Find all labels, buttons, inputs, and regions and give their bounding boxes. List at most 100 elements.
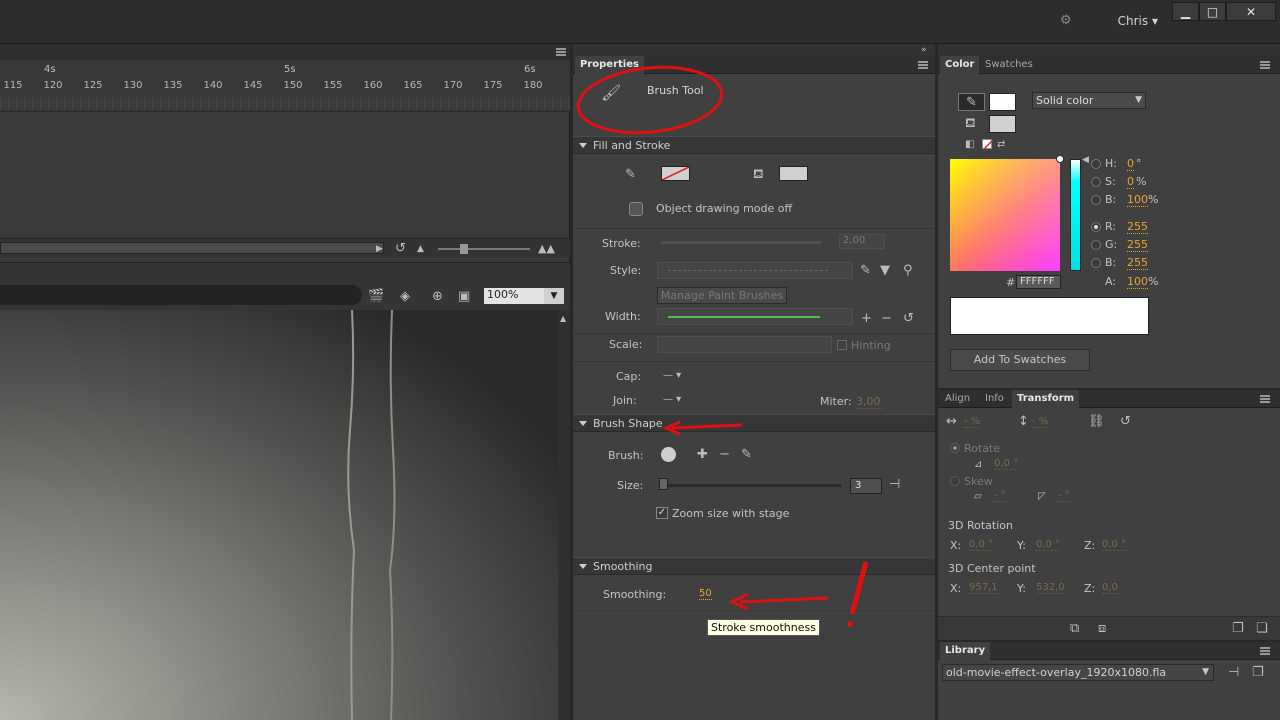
brightness-value[interactable]: 100 [1127,193,1148,207]
remove-brush-icon[interactable]: − [719,448,730,461]
panel-menu-icon[interactable] [918,61,928,69]
cap-select[interactable]: — ▾ [663,369,681,382]
default-colors-icon[interactable]: ◧ [965,138,974,151]
timeline-ruler[interactable]: 4s 5s 6s 115 120 125 130 135 140 145 150… [0,60,570,112]
copy-icon[interactable]: ❐ [1232,622,1244,635]
brightness-radio[interactable] [1091,195,1101,205]
stroke-value-field[interactable]: 2,00 [839,234,885,249]
tab-swatches[interactable]: Swatches [980,56,1038,74]
close-button[interactable]: ✕ [1226,2,1276,21]
section-smoothing[interactable]: Smoothing [573,557,935,575]
rotate-value[interactable]: 0,0 ° [994,458,1019,470]
size-slider-handle[interactable] [659,478,668,490]
paste-icon[interactable]: ❏ [1256,622,1268,635]
size-value-field[interactable]: 3 [850,478,882,494]
skew-horizontal-value[interactable]: - ° [994,490,1006,502]
color-picker-handle[interactable] [1056,155,1064,163]
swap-colors-icon[interactable]: ⇄ [997,138,1005,151]
hue-radio[interactable] [1091,159,1101,169]
smoothing-value[interactable]: 50 [699,588,712,600]
red-radio[interactable] [1091,222,1101,232]
alpha-value[interactable]: 100 [1127,275,1148,289]
stroke-color-toggle[interactable]: ✎ [958,93,985,111]
section-brush-shape[interactable]: Brush Shape [573,414,935,432]
fill-color-chip[interactable] [989,115,1016,133]
frame-cells[interactable] [0,97,570,109]
scale-select[interactable] [657,336,832,353]
sync-settings-icon[interactable]: ⚙ [1060,14,1072,27]
scroll-up-arrow-icon[interactable]: ▲ [560,312,566,325]
panel-menu-icon[interactable] [1260,61,1270,69]
saturation-value[interactable]: 0 [1127,175,1134,189]
section-fill-and-stroke[interactable]: Fill and Stroke [573,136,935,154]
join-select[interactable]: — ▾ [663,393,681,406]
duplicate-transform-icon[interactable]: ⧉ [1070,622,1079,635]
tab-info[interactable]: Info [980,390,1009,408]
hue-value[interactable]: 0 [1127,157,1134,171]
width-profile-select[interactable] [657,308,853,325]
add-to-swatches-button[interactable]: Add To Swatches [950,349,1090,371]
tab-transform[interactable]: Transform [1012,390,1080,408]
tab-color[interactable]: Color [940,56,980,74]
large-mountain-icon[interactable]: ▲▲ [538,242,555,255]
timeline-zoom-slider[interactable] [438,248,530,250]
library-file-select[interactable]: old-movie-effect-overlay_1920x1080.fla ▼ [942,664,1214,681]
constrain-link-icon[interactable]: ⛓ [1088,415,1105,428]
rotation-3d-x-value[interactable]: 0,0 ° [969,539,994,551]
no-color-icon[interactable] [982,139,993,150]
rotation-3d-z-value[interactable]: 0,0 ° [1102,539,1127,551]
style-select[interactable] [657,262,853,279]
zoom-size-checkbox[interactable]: ✓ [656,507,668,519]
tab-properties[interactable]: Properties [575,56,644,74]
small-mountain-icon[interactable]: ▲ [417,243,424,256]
panel-menu-icon[interactable] [556,48,566,56]
scroll-right-arrow-icon[interactable]: ▶ [376,243,383,256]
brush-library-icon[interactable]: ⚲ [903,264,913,277]
pin-library-icon[interactable]: ⊣ [1228,666,1239,679]
brush-shape-circle-icon[interactable] [661,447,676,462]
miter-value[interactable]: 3,00 [856,395,881,409]
reset-scale-icon[interactable]: ↺ [1120,415,1131,428]
green-radio[interactable] [1091,240,1101,250]
reset-width-icon[interactable]: ↺ [903,312,914,325]
clip-content-icon[interactable]: ▣ [458,290,470,303]
blue-value[interactable]: 255 [1127,256,1148,270]
color-spectrum[interactable] [950,155,1064,271]
tab-align[interactable]: Align [940,390,975,408]
hue-slider-arrow-icon[interactable]: ◀ [1082,154,1089,167]
green-value[interactable]: 255 [1127,238,1148,252]
center-x-value[interactable]: 957,1 [969,582,998,594]
skew-radio[interactable] [950,476,960,486]
hue-slider[interactable] [1070,159,1081,271]
timeline-hscrollbar[interactable] [0,242,384,254]
panel-menu-icon[interactable] [1260,395,1270,403]
size-slider[interactable] [661,484,841,487]
center-z-value[interactable]: 0,0 [1102,582,1118,594]
hex-value-field[interactable]: FFFFFF [1016,275,1061,289]
stroke-color-swatch[interactable] [661,166,690,181]
new-library-panel-icon[interactable]: ❐ [1252,666,1264,679]
maximize-button[interactable]: □ [1199,2,1226,21]
manage-paint-brushes-button[interactable]: Manage Paint Brushes [657,287,787,304]
stage-vscrollbar[interactable]: ▲ [558,310,570,720]
style-options-icon[interactable]: ▼ [880,264,890,277]
tab-library[interactable]: Library [940,642,991,660]
panel-menu-icon[interactable] [1260,647,1270,655]
slider-handle[interactable] [460,244,468,254]
center-y-value[interactable]: 532,0 [1036,582,1065,594]
stroke-color-chip[interactable] [989,93,1016,111]
rotate-radio[interactable] [950,443,960,453]
edit-brush-icon[interactable]: ✎ [741,448,752,461]
zoom-dropdown-arrow-icon[interactable]: ▼ [544,288,564,304]
fill-type-select[interactable]: Solid color ▼ [1032,92,1146,109]
height-scale-value[interactable]: - % [1032,416,1049,428]
center-stage-icon[interactable]: ⊕ [432,290,443,303]
hinting-checkbox[interactable] [837,340,847,350]
pin-icon[interactable]: ⊣ [889,478,900,491]
fill-color-toggle[interactable]: ⛾ [958,115,985,133]
user-menu[interactable]: Chris ▾ [1118,14,1158,28]
stroke-slider[interactable] [661,241,821,244]
remove-width-profile-icon[interactable]: − [881,312,892,325]
edit-symbol-icon[interactable]: ◈ [400,290,410,303]
edit-scene-icon[interactable]: 🎬 [368,290,384,303]
